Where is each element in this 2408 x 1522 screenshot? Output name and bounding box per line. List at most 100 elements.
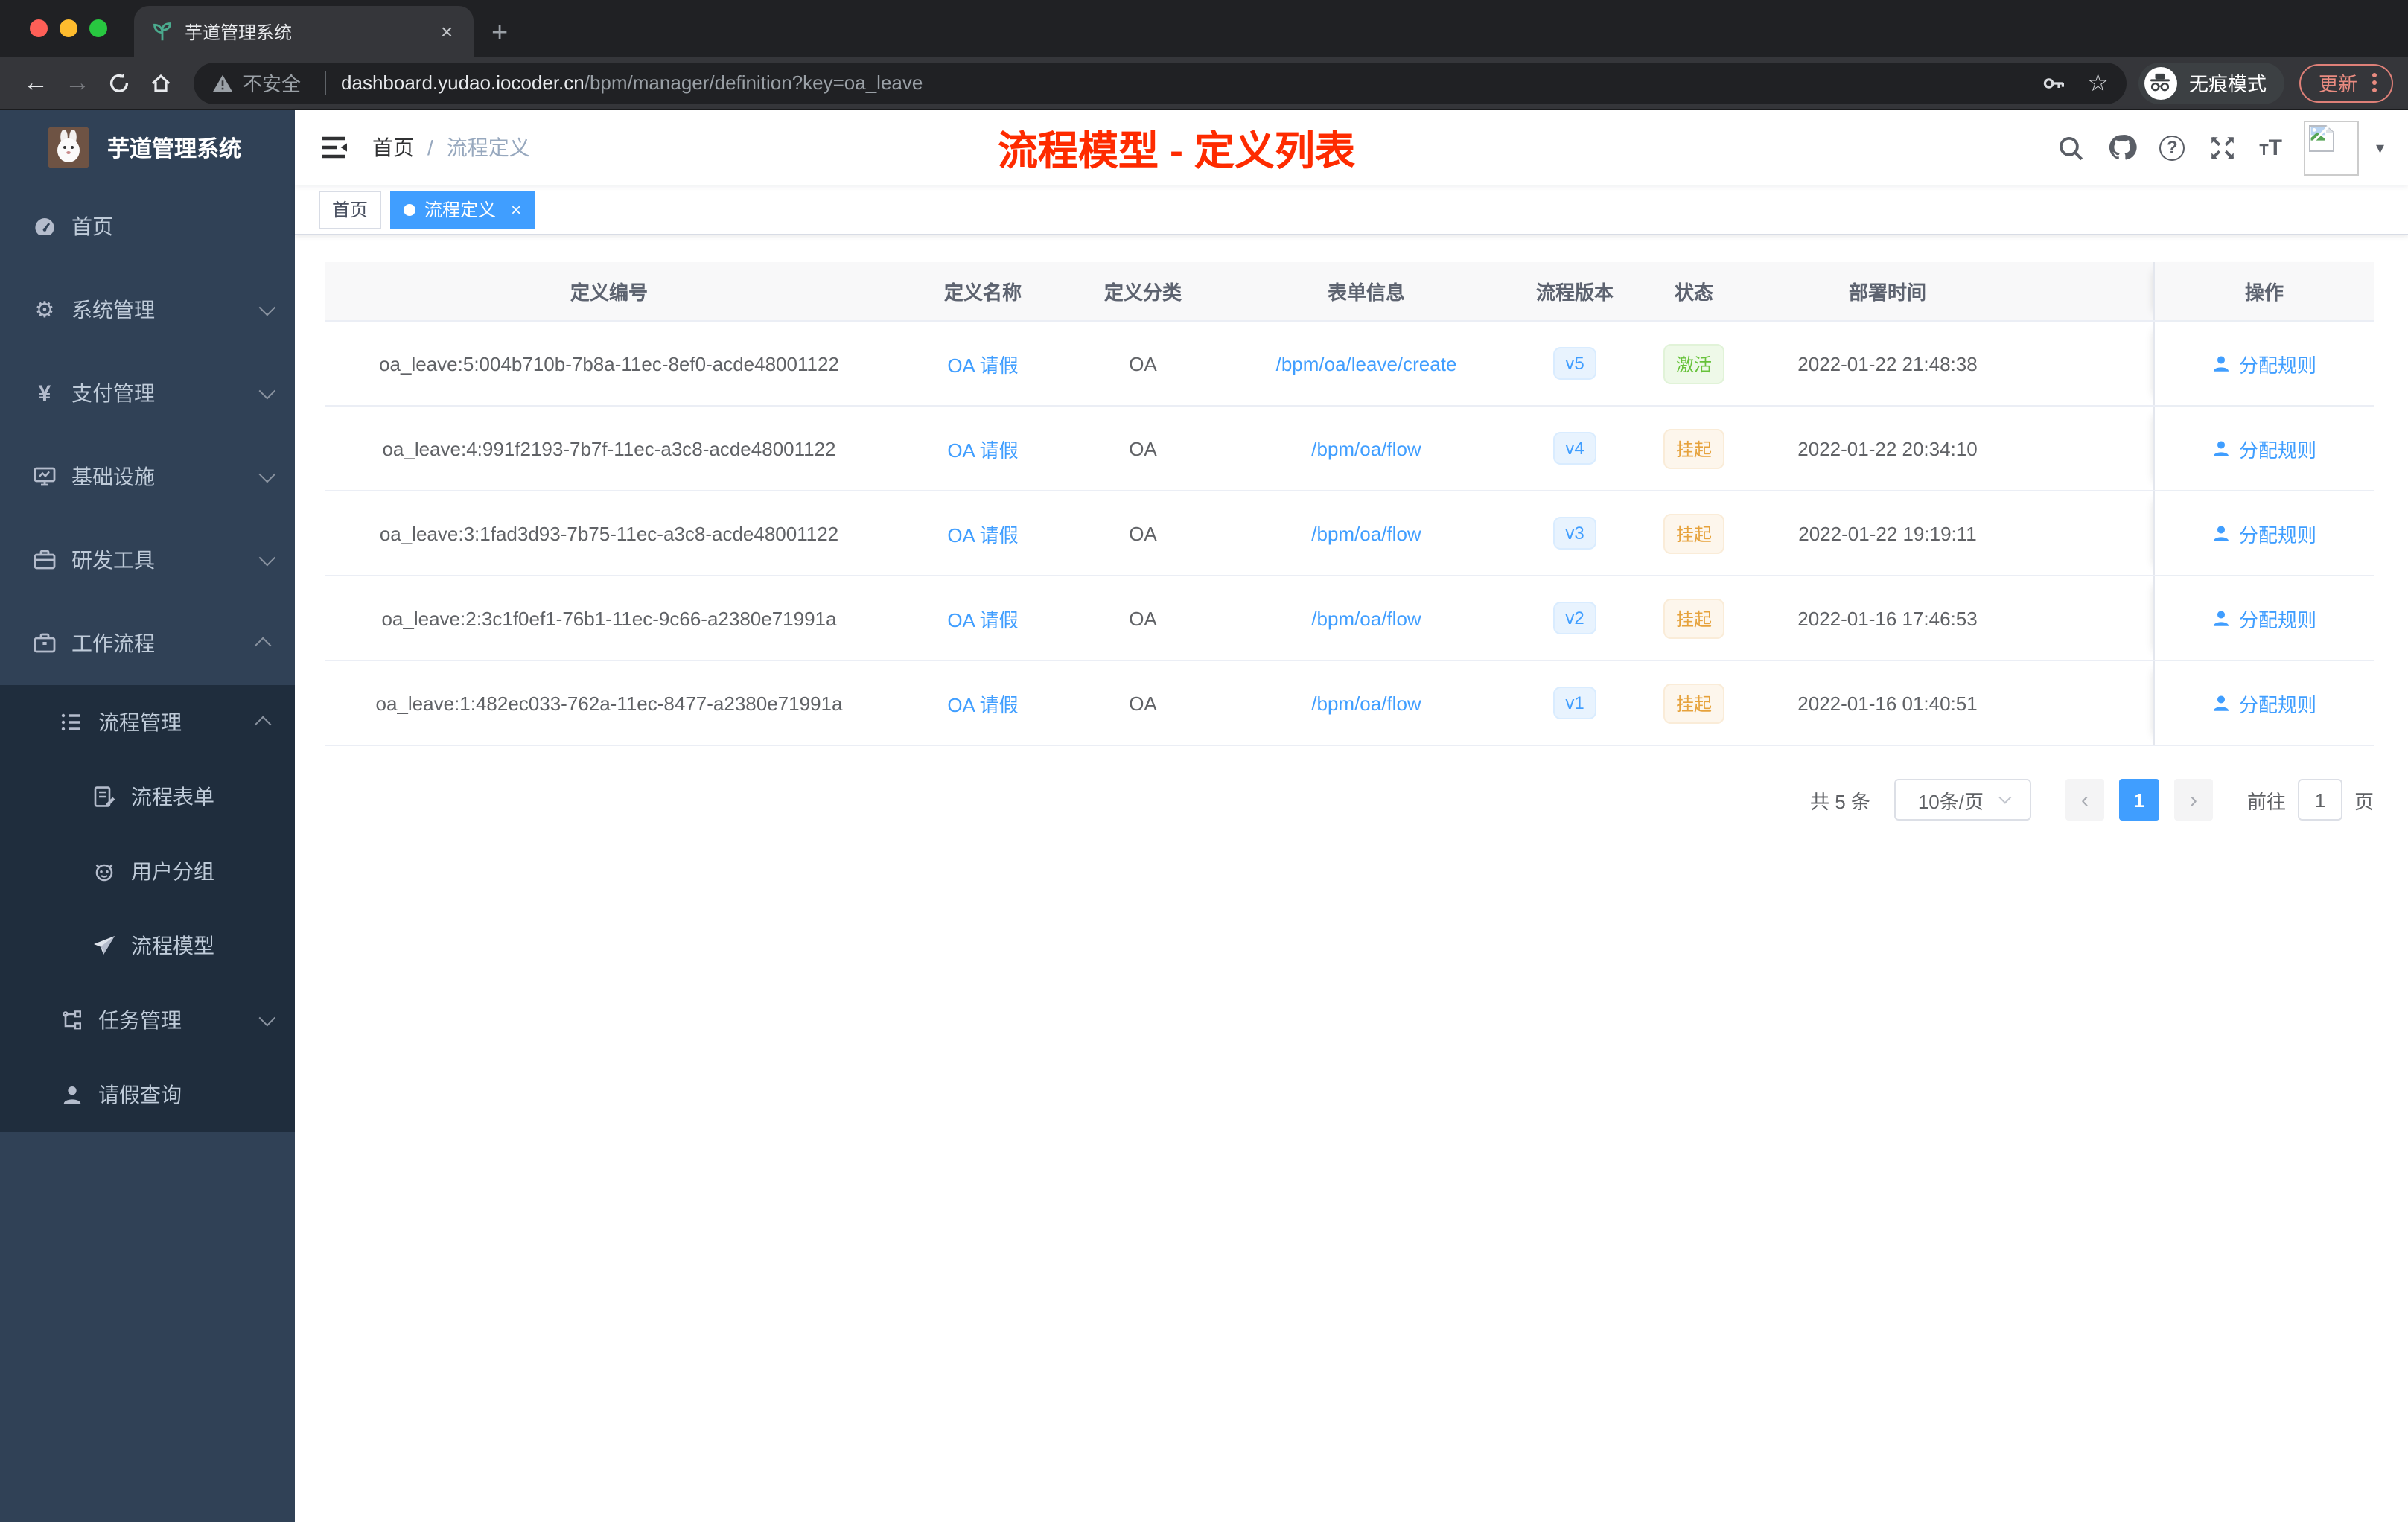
sidebar-item-infra[interactable]: 基础设施 [0,435,295,518]
zoom-window-button[interactable] [89,19,107,37]
home-icon[interactable] [140,62,182,104]
col-header: 定义分类 [1103,281,1182,304]
form-info-link[interactable]: /bpm/oa/leave/create [1276,352,1457,375]
user-avatar[interactable] [2304,120,2360,175]
pagination: 共 5 条 10条/页 ‹ 1 › 前往 页 [325,779,2374,821]
definition-name-link[interactable]: OA 请假 [947,354,1018,376]
definition-id: oa_leave:5:004b710b-7b8a-11ec-8ef0-acde4… [379,352,839,375]
chevron-down-icon [258,465,276,483]
page-size-select[interactable]: 10条/页 [1893,779,2031,821]
table-row: oa_leave:3:1fad3d93-7b75-11ec-a3c8-acde4… [325,491,2374,576]
monitor-icon [33,465,57,488]
favicon-plant-icon [152,21,173,42]
select-caret-icon [1998,791,2012,804]
chevron-down-icon [258,549,276,567]
close-window-button[interactable] [30,19,48,37]
person-icon [60,1083,83,1107]
sidebar-item-label: 研发工具 [71,548,155,572]
sidebar-item-process-model[interactable]: 流程模型 [0,908,295,983]
sidebar-logo[interactable]: 芋道管理系统 [0,110,295,185]
table-row: oa_leave:1:482ec033-762a-11ec-8477-a2380… [325,661,2374,746]
definition-name-link[interactable]: OA 请假 [947,608,1018,631]
github-icon[interactable] [2107,133,2138,162]
sidebar-item-system[interactable]: ⚙ 系统管理 [0,268,295,351]
col-header: 表单信息 [1327,281,1405,304]
sidebar-item-home[interactable]: 首页 [0,185,295,268]
sidebar-item-leave-query[interactable]: 请假查询 [0,1057,295,1132]
definition-name-link[interactable]: OA 请假 [947,523,1018,546]
deploy-time: 2022-01-22 20:34:10 [1797,437,1978,459]
caret-down-icon[interactable]: ▾ [2376,138,2384,157]
definition-name-link[interactable]: OA 请假 [947,693,1018,716]
status-badge: 挂起 [1663,513,1724,553]
breadcrumb-home[interactable]: 首页 [372,133,414,162]
col-header-operation: 操作 [2153,262,2374,320]
pagination-total: 共 5 条 [1810,790,1870,812]
definition-name-link[interactable]: OA 请假 [947,439,1018,461]
chevron-down-icon [258,1009,276,1027]
page-content: 定义编号 定义名称 定义分类 表单信息 流程版本 状态 部署时间 操作 oa_l… [295,235,2408,1522]
assign-rule-link[interactable]: 分配规则 [2212,519,2316,547]
user-icon [2214,695,2230,710]
goto-unit: 页 [2354,790,2374,812]
password-key-icon[interactable] [2041,71,2066,95]
next-page-button[interactable]: › [2173,779,2213,821]
dashboard-icon [33,214,57,238]
sidebar-item-label: 首页 [71,214,113,238]
table-row: oa_leave:5:004b710b-7b8a-11ec-8ef0-acde4… [325,322,2374,407]
sidebar-item-process-form[interactable]: 流程表单 [0,760,295,834]
sidebar-item-task-manage[interactable]: 任务管理 [0,983,295,1057]
tag-home[interactable]: 首页 [319,190,382,229]
definition-id: oa_leave:4:991f2193-7b7f-11ec-a3c8-acde4… [382,437,836,459]
assign-rule-link[interactable]: 分配规则 [2212,604,2316,632]
breadcrumb: 首页 / 流程定义 [372,133,530,162]
form-info-link[interactable]: /bpm/oa/flow [1311,437,1421,459]
tag-close-icon[interactable]: × [511,199,521,220]
minimize-window-button[interactable] [60,19,77,37]
sidebar-item-workflow[interactable]: 工作流程 [0,602,295,685]
tag-dot [404,203,416,215]
window-controls [0,0,134,57]
assign-rule-link[interactable]: 分配规则 [2212,689,2316,717]
form-info-link[interactable]: /bpm/oa/flow [1311,692,1421,714]
search-icon[interactable] [2055,133,2085,162]
form-info-link[interactable]: /bpm/oa/flow [1311,522,1421,544]
browser-update-button[interactable]: 更新 [2299,63,2393,102]
definition-category: OA [1129,607,1157,629]
user-icon [2214,355,2230,371]
definition-id: oa_leave:2:3c1f0ef1-76b1-11ec-9c66-a2380… [381,607,837,629]
current-page-button[interactable]: 1 [2118,779,2159,821]
forward-icon[interactable]: → [57,62,98,104]
paper-plane-icon [92,934,116,958]
sidebar-item-devtools[interactable]: 研发工具 [0,518,295,602]
fullscreen-icon[interactable] [2207,133,2237,162]
sidebar-item-payment[interactable]: ¥ 支付管理 [0,351,295,435]
sidebar-item-user-group[interactable]: 用户分组 [0,834,295,908]
sidebar-item-process-manage[interactable]: 流程管理 [0,685,295,760]
help-icon[interactable]: ? [2159,135,2185,160]
browser-menu-icon[interactable] [2369,70,2380,95]
back-icon[interactable]: ← [15,62,57,104]
not-secure-label[interactable]: 不安全 [243,69,301,97]
bookmark-star-icon[interactable]: ☆ [2087,68,2109,98]
prev-page-button[interactable]: ‹ [2065,779,2104,821]
assign-rule-link[interactable]: 分配规则 [2212,434,2316,462]
gear-icon: ⚙ [34,298,55,323]
reload-icon[interactable] [98,62,140,104]
tab-title: 芋道管理系统 [185,22,293,42]
form-info-link[interactable]: /bpm/oa/flow [1311,607,1421,629]
font-size-icon[interactable]: TT [2259,135,2282,160]
tab-close-icon[interactable]: × [435,19,459,43]
tag-process-definition[interactable]: 流程定义 × [390,190,535,229]
hamburger-icon[interactable] [319,133,348,162]
incognito-icon [2144,66,2177,99]
chevron-down-icon [258,382,276,400]
definition-category: OA [1129,522,1157,544]
browser-tab[interactable]: 芋道管理系统 × [134,6,474,57]
url-bar[interactable]: 不安全 dashboard.yudao.iocoder.cn /bpm/mana… [194,62,2127,104]
assign-rule-link[interactable]: 分配规则 [2212,349,2316,378]
new-tab-icon[interactable]: + [491,18,508,51]
chevron-down-icon [258,299,276,316]
goto-page-input[interactable] [2297,779,2342,821]
status-badge: 挂起 [1663,683,1724,723]
